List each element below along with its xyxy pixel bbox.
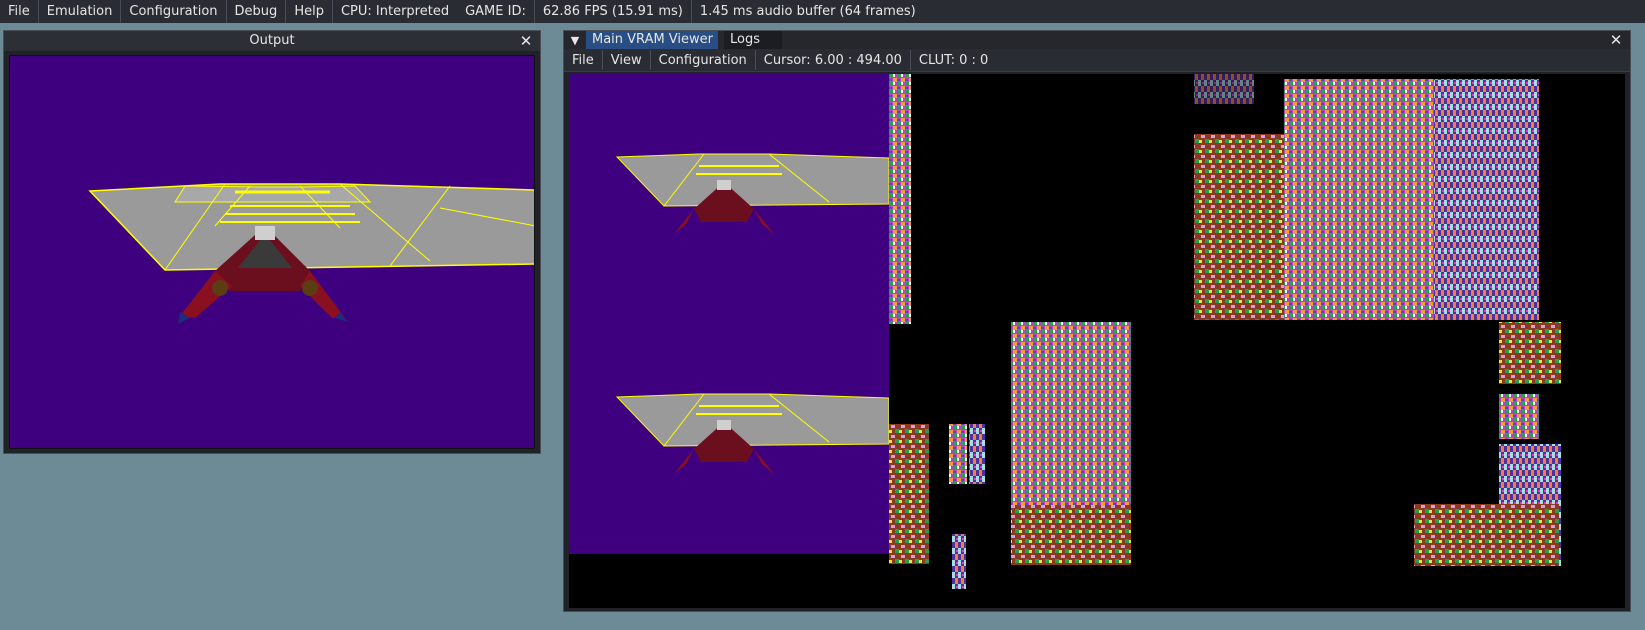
audio-buffer-status: 1.45 ms audio buffer (64 frames) [699, 4, 916, 19]
main-menubar: File Emulation Configuration Debug Help … [0, 0, 1645, 23]
output-window: Output ✕ [3, 30, 541, 454]
fps-status: 62.86 FPS (15.91 ms) [542, 4, 683, 19]
framebuffer-view [569, 74, 889, 554]
cpu-status: CPU: Interpreted [340, 4, 450, 19]
cursor-readout: Cursor: 6.00 : 494.00 [763, 52, 902, 68]
output-window-titlebar[interactable]: Output ✕ [4, 31, 540, 51]
menu-file[interactable]: File [0, 0, 38, 23]
vram-menu-file[interactable]: File [564, 53, 602, 68]
game-screen [9, 55, 535, 449]
vram-menubar: File View Configuration Cursor: 6.00 : 4… [564, 49, 1630, 72]
menu-debug[interactable]: Debug [227, 0, 286, 23]
vram-canvas[interactable] [569, 74, 1625, 608]
game-scene [10, 56, 534, 448]
menu-emulation[interactable]: Emulation [39, 0, 121, 23]
vram-tabbar: ▼ Main VRAM Viewer Logs ✕ [564, 31, 1630, 49]
menu-help[interactable]: Help [286, 0, 332, 23]
output-window-title: Output [249, 33, 295, 48]
menu-configuration[interactable]: Configuration [121, 0, 225, 23]
close-icon[interactable]: ✕ [1608, 32, 1624, 48]
close-icon[interactable]: ✕ [518, 33, 534, 49]
vram-textures [889, 74, 1561, 589]
framebuffer-scene [569, 74, 889, 554]
vram-menu-view[interactable]: View [603, 53, 650, 68]
tab-menu-icon[interactable]: ▼ [564, 34, 586, 47]
vram-viewer-window: ▼ Main VRAM Viewer Logs ✕ File View Conf… [563, 30, 1631, 612]
game-id-status: GAME ID: [465, 4, 526, 19]
tab-main-vram-viewer[interactable]: Main VRAM Viewer [586, 31, 718, 49]
vram-menu-configuration[interactable]: Configuration [651, 53, 755, 68]
tab-logs[interactable]: Logs [724, 31, 782, 49]
clut-readout: CLUT: 0 : 0 [918, 52, 989, 68]
